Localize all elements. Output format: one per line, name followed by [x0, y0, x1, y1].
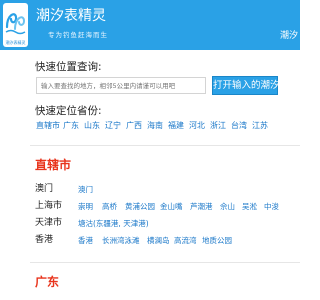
province-link-zhixiashi[interactable]: 直辖市: [36, 121, 60, 131]
province-link-jiangsu[interactable]: 江苏: [252, 121, 268, 131]
province-label: 快速定位省份:: [35, 105, 102, 117]
divider: [30, 145, 300, 146]
logo-text: 潮汐表精灵: [5, 40, 26, 45]
province-link-zhejiang[interactable]: 浙江: [210, 121, 226, 131]
province-link-guangdong[interactable]: 广东: [63, 121, 79, 131]
province-link-taiwan[interactable]: 台湾: [231, 121, 247, 131]
spot-link[interactable]: 芦潮港: [190, 202, 213, 212]
province-link-guangxi[interactable]: 广西: [126, 121, 142, 131]
spot-link[interactable]: 横澜岛: [147, 236, 170, 246]
spot-link[interactable]: 崇明: [78, 202, 93, 212]
section-title-zhixiashi: 直辖市: [35, 158, 72, 172]
spot-link[interactable]: 吴淞: [242, 202, 257, 212]
spot-link[interactable]: 地质公园: [202, 236, 232, 246]
spot-link[interactable]: 香港: [78, 236, 93, 246]
spot-link[interactable]: 澳门: [78, 185, 93, 195]
open-tide-button[interactable]: 打开输入的潮汐: [212, 76, 280, 95]
wave-logo-icon: [5, 13, 26, 35]
nav-link-tide[interactable]: 潮汐: [280, 31, 298, 42]
divider: [30, 262, 300, 263]
site-title[interactable]: 潮汐表精灵: [36, 8, 106, 24]
spot-link[interactable]: 塘沽(东疆港, 天津港): [78, 219, 149, 229]
site-slogan: 专为钓鱼赶海而生: [48, 31, 108, 39]
spot-link[interactable]: 高流湾: [174, 236, 197, 246]
spot-link[interactable]: 高桥: [102, 202, 117, 212]
province-link-hebei[interactable]: 河北: [189, 121, 205, 131]
city-name-shanghai: 上海市: [35, 201, 63, 211]
city-name-tianjin: 天津市: [35, 218, 63, 228]
spot-link[interactable]: 黄浦公园: [125, 202, 155, 212]
spot-link[interactable]: 金山嘴: [160, 202, 183, 212]
spot-link[interactable]: 中浚: [264, 202, 279, 212]
city-name-macau: 澳门: [35, 184, 54, 194]
section-title-guangdong: 广东: [35, 275, 60, 289]
province-link-shandong[interactable]: 山东: [84, 121, 100, 131]
spot-link[interactable]: 佘山: [220, 202, 235, 212]
province-link-hainan[interactable]: 海南: [147, 121, 163, 131]
site-header: 潮汐表精灵 潮汐表精灵 专为钓鱼赶海而生 潮汐: [0, 0, 300, 50]
search-label: 快速位置查询:: [35, 61, 102, 73]
location-search-input[interactable]: [36, 77, 206, 94]
province-link-liaoning[interactable]: 辽宁: [105, 121, 121, 131]
spot-link[interactable]: 长洲湾泳滩: [102, 236, 140, 246]
province-link-fujian[interactable]: 福建: [168, 121, 184, 131]
city-name-hongkong: 香港: [35, 235, 54, 245]
site-logo[interactable]: 潮汐表精灵: [3, 3, 28, 47]
